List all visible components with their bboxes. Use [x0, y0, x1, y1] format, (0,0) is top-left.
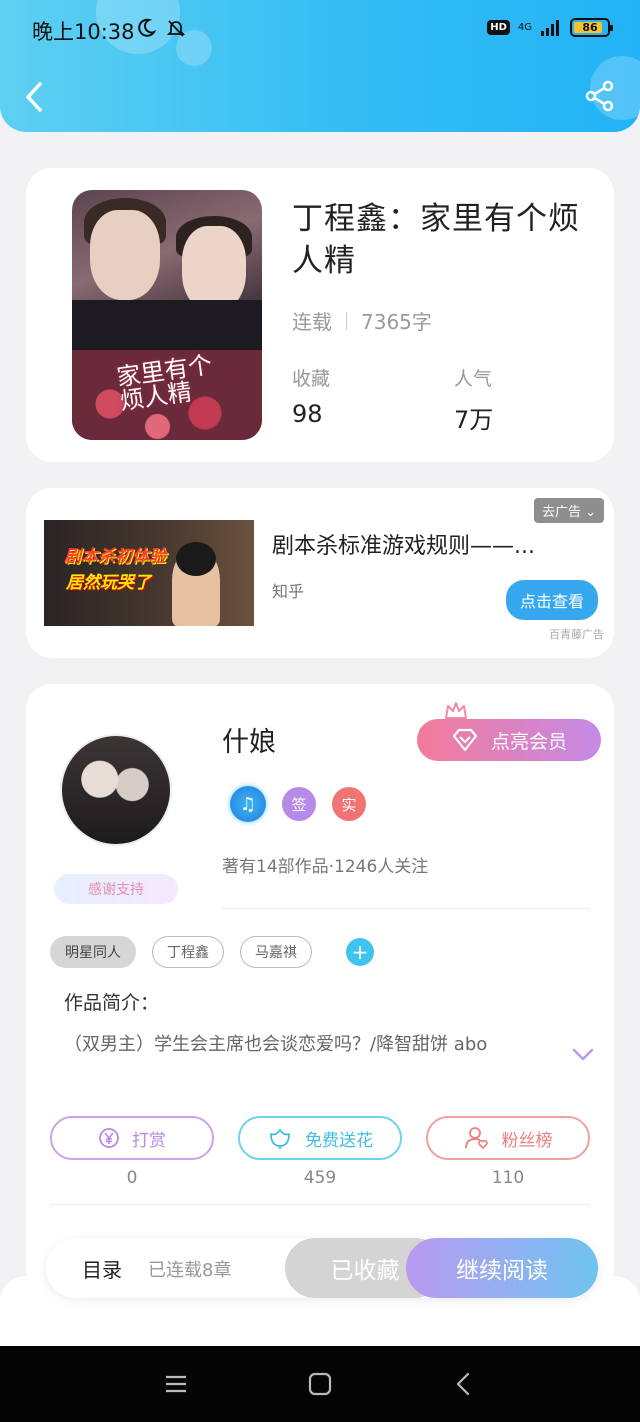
popularity-value: 7万: [454, 406, 494, 434]
status-time: 晚上10:38: [32, 20, 135, 44]
divider: [50, 1204, 590, 1205]
chevron-down-icon: ⌄: [585, 505, 596, 520]
meta-divider: [346, 311, 347, 330]
fans-ranking-label: 粉丝榜: [501, 1130, 553, 1151]
collect-value: 98: [292, 400, 323, 428]
ad-thumb-line2: 居然玩哭了: [66, 573, 151, 593]
author-name[interactable]: 什娘: [222, 720, 276, 759]
flower-icon: [270, 1129, 290, 1149]
tag-item[interactable]: 明星同人: [50, 936, 136, 968]
continue-reading-button[interactable]: 继续阅读: [406, 1238, 598, 1298]
system-nav-bar: [0, 1346, 640, 1422]
ad-brand: 百青藤广告: [549, 628, 604, 641]
remove-ad-label: 去广告: [541, 505, 581, 520]
tag-item[interactable]: 马嘉祺: [240, 936, 312, 968]
network-type: 4G: [517, 22, 532, 33]
signed-badge[interactable]: 签: [282, 787, 316, 821]
status-left-icons: [136, 18, 186, 38]
expand-chevron-icon[interactable]: [572, 1048, 594, 1062]
intro-text: （双男主）学生会主席也会谈恋爱吗？/降智甜饼 abo: [64, 1034, 488, 1055]
music-badge-icon[interactable]: ♫: [230, 786, 266, 822]
book-meta: 连载 7365字: [292, 306, 432, 335]
remove-ad-button[interactable]: 去广告 ⌄: [533, 498, 604, 523]
fans-ranking-button[interactable]: 粉丝榜: [426, 1116, 590, 1160]
share-icon: [585, 80, 614, 112]
back-nav-icon[interactable]: [450, 1370, 478, 1398]
reward-label: 打赏: [132, 1130, 166, 1151]
status-right-icons: HD 4G 86: [487, 18, 613, 37]
send-flower-label: 免费送花: [305, 1130, 373, 1151]
intro-label: 作品简介：: [64, 992, 160, 1014]
author-meta: 著有14部作品·1246人关注: [222, 857, 429, 877]
toc-button[interactable]: 目录: [82, 1254, 122, 1283]
flower-count: 459: [303, 1168, 337, 1188]
tag-item[interactable]: 丁程鑫: [152, 936, 224, 968]
author-badges: ♫ 签 实: [230, 786, 366, 822]
battery-level: 86: [582, 21, 598, 34]
chevron-left-icon: [26, 82, 42, 112]
tag-list: 明星同人 丁程鑫 马嘉祺 +: [50, 936, 374, 968]
user-heart-icon: [464, 1127, 488, 1150]
crown-icon: [445, 702, 467, 719]
verified-badge[interactable]: 实: [332, 787, 366, 821]
ad-source: 知乎: [272, 582, 305, 601]
vip-button-label: 点亮会员: [490, 730, 567, 753]
ad-title[interactable]: 剧本杀标准游戏规则——...: [272, 528, 535, 560]
moon-icon: [138, 18, 156, 37]
vip-button[interactable]: 点亮会员: [417, 719, 601, 761]
status-bar: 晚上10:38 HD 4G 86: [0, 0, 640, 48]
book-word-count: 7365字: [361, 310, 432, 334]
hd-badge: HD: [487, 20, 510, 35]
popularity-label: 人气: [454, 368, 493, 390]
battery-icon: 86: [570, 18, 613, 37]
thanks-support-badge[interactable]: 感谢支持: [54, 874, 178, 904]
signal-icon: [541, 19, 559, 36]
collect-label: 收藏: [292, 368, 331, 390]
ad-thumbnail[interactable]: 剧本杀初体验 居然玩哭了: [44, 520, 254, 626]
send-flower-button[interactable]: 免费送花: [238, 1116, 402, 1160]
reading-action-bar: 目录 已连载8章 已收藏 继续阅读: [46, 1238, 598, 1298]
book-status: 连载: [292, 310, 332, 334]
book-cover[interactable]: 家里有个烦人精: [72, 190, 262, 440]
share-button[interactable]: [584, 80, 616, 112]
back-button[interactable]: [22, 80, 48, 114]
add-tag-button[interactable]: +: [346, 938, 374, 966]
ad-thumb-line1: 剧本杀初体验: [64, 547, 166, 567]
yen-icon: [99, 1128, 119, 1148]
chapter-count[interactable]: 已连载8章: [148, 1256, 231, 1282]
fans-count: 110: [491, 1168, 525, 1188]
ad-card[interactable]: 剧本杀初体验 居然玩哭了 去广告 ⌄ 剧本杀标准游戏规则——... 知乎 点击查…: [26, 488, 614, 658]
book-title: 丁程鑫：家里有个烦人精: [292, 201, 580, 279]
ad-view-button[interactable]: 点击查看: [505, 580, 598, 620]
reward-button[interactable]: 打赏: [50, 1116, 214, 1160]
menu-icon[interactable]: [162, 1370, 190, 1398]
bell-off-icon: [166, 20, 186, 37]
home-icon[interactable]: [306, 1370, 334, 1398]
action-buttons: 打赏 免费送花 粉丝榜: [50, 1116, 590, 1160]
diamond-icon: [452, 728, 478, 752]
thanks-support-label: 感谢支持: [88, 882, 144, 898]
divider: [222, 908, 590, 909]
author-avatar[interactable]: [60, 734, 172, 846]
book-info-card: 家里有个烦人精 丁程鑫：家里有个烦人精 连载 7365字 收藏 98 人气 7万: [26, 168, 614, 462]
reward-count: 0: [126, 1168, 138, 1188]
